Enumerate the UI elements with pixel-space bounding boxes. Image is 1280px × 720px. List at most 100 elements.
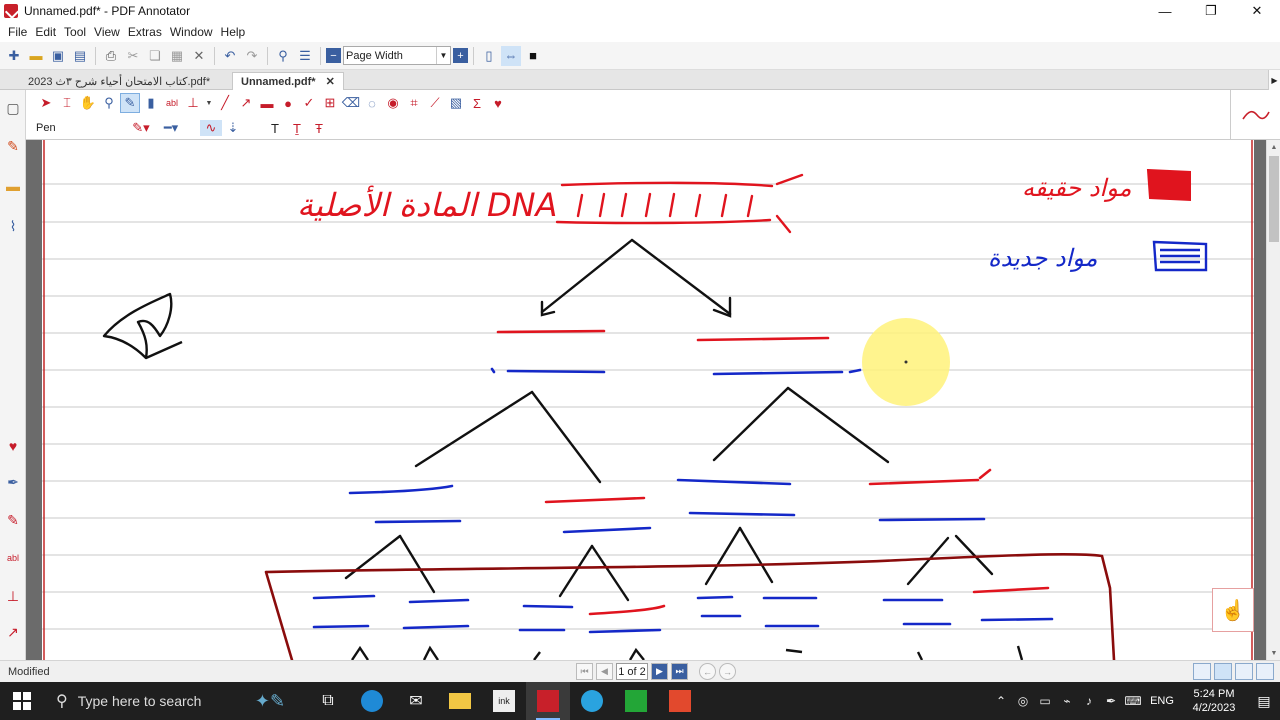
close-button[interactable]: ✕ [1234,0,1280,22]
smooth-line-icon[interactable]: ∿ [200,120,222,136]
task-view-icon[interactable]: ⧉ [306,682,350,720]
hand-icon[interactable]: ✋ [78,93,98,113]
highlighter-icon[interactable]: ▮ [141,93,161,113]
page-indicator[interactable]: 1 of 2 [616,663,648,680]
text-strike-icon[interactable]: Ṯ [286,121,308,136]
menu-edit[interactable]: Edit [31,25,60,39]
tabs-scroll-right-icon[interactable]: ▶ [1268,70,1280,90]
arrow-tool-icon[interactable]: ↗ [236,93,256,113]
start-button[interactable] [0,682,44,720]
zoom-out-icon[interactable]: − [326,48,341,63]
text-crossed-icon[interactable]: Ŧ [308,121,330,136]
ellipse-tool-icon[interactable]: ● [278,93,298,113]
tab-unnamed[interactable]: Unnamed.pdf* ✕ [232,72,344,90]
line-tool-icon[interactable]: ╱ [215,93,235,113]
favorite-heart-icon[interactable]: ♥ [488,93,508,113]
undo-icon[interactable]: ↶ [220,46,240,66]
paste-icon[interactable]: ▦ [167,46,187,66]
menu-view[interactable]: View [90,25,124,39]
lasso-icon[interactable]: ◌ [362,93,382,113]
menu-file[interactable]: File [4,25,31,39]
fit-width-icon[interactable]: ⇔ [501,45,521,66]
scroll-up-icon[interactable]: ▲ [1267,140,1280,154]
pen-tool-icon[interactable]: ✎ [120,93,140,113]
save-icon[interactable]: ▣ [48,46,68,66]
volume-icon[interactable]: ♪ [1078,694,1100,708]
magnifier-icon[interactable]: ⚲ [99,93,119,113]
first-page-icon[interactable]: ⏮ [576,663,593,680]
print-icon[interactable]: ⎙ [101,46,121,66]
telegram-icon[interactable] [570,682,614,720]
marker-icon[interactable]: ✎ [3,510,23,530]
pencil-icon[interactable]: ✎ [3,136,23,156]
cut-icon[interactable]: ✂ [123,46,143,66]
new-document-icon[interactable]: ✚ [4,46,24,66]
scrollbar-thumb[interactable] [1269,156,1279,242]
delete-icon[interactable]: ✕ [189,46,209,66]
restore-button[interactable]: ❐ [1188,0,1234,22]
select-text-icon[interactable]: ⌶ [57,93,77,113]
page-thumbnail-icon[interactable]: ▢ [3,98,23,118]
open-folder-icon[interactable]: ▬ [26,46,46,66]
tray-chevron-up-icon[interactable]: ⌃ [990,694,1012,708]
file-explorer-icon[interactable] [438,682,482,720]
menu-extras[interactable]: Extras [124,25,166,39]
document-viewport[interactable]: المادة الأصلية DNA مواد حقيقه مواد جديدة… [26,140,1266,660]
minimize-button[interactable]: — [1142,0,1188,22]
tray-app-icon[interactable]: ◎ [1012,694,1034,708]
pen-color-icon[interactable]: ✎▾ [126,120,156,136]
text-format-icon[interactable]: T [264,121,286,136]
menu-tool[interactable]: Tool [60,25,90,39]
stamp-tool-icon[interactable]: ⊥ [183,93,203,113]
previous-page-icon[interactable]: ◀ [596,663,613,680]
continuous-view-icon[interactable] [1214,663,1232,680]
menu-help[interactable]: Help [217,25,250,39]
arrow-icon[interactable]: ↗ [3,622,23,642]
single-page-view-icon[interactable] [1193,663,1211,680]
two-page-view-icon[interactable] [1235,663,1253,680]
copy-icon[interactable]: ❏ [145,46,165,66]
zoom-select[interactable]: Page Width ▼ [343,46,451,65]
clock[interactable]: 5:24 PM 4/2/2023 [1180,687,1248,715]
pressure-icon[interactable]: ⇣ [222,120,244,136]
find-binoculars-icon[interactable]: ⚲ [273,46,293,66]
fit-page-icon[interactable]: ▯ [479,46,499,66]
page-setup-icon[interactable]: ☰ [295,46,315,66]
back-icon[interactable]: ← [699,663,716,680]
pen-icon[interactable]: ✒ [3,472,23,492]
tab-exam-book[interactable]: كتاب الامتحان أحياء شرح ٣ث 2023.pdf* [20,72,232,90]
favorites-heart-icon[interactable]: ♥ [3,436,23,456]
forward-icon[interactable]: → [719,663,736,680]
last-page-icon[interactable]: ⏭ [671,663,688,680]
menu-window[interactable]: Window [166,25,217,39]
close-tab-icon[interactable]: ✕ [326,75,335,88]
crop-icon[interactable]: ⌗ [404,93,424,113]
notification-icon[interactable]: ▤ [1248,693,1280,710]
touch-mode-button[interactable]: ☝ [1212,588,1254,632]
taskbar-widget-icon[interactable]: ✦✎ [234,682,306,720]
tray-monitor-icon[interactable]: ▭ [1034,694,1056,708]
camera-icon[interactable]: ◉ [383,93,403,113]
pen-menu-icon[interactable]: ✒ [1100,694,1122,708]
edge-browser-icon[interactable] [350,682,394,720]
line-width-icon[interactable]: ━▾ [156,120,186,136]
select-arrow-icon[interactable]: ➤ [36,93,56,113]
camtasia-red-icon[interactable] [658,682,702,720]
redo-icon[interactable]: ↷ [242,46,262,66]
next-page-icon[interactable]: ▶ [651,663,668,680]
measure-icon[interactable]: ⟋ [425,93,445,113]
zoom-in-icon[interactable]: + [453,48,468,63]
textbox-tool-icon[interactable]: abl [162,93,182,113]
keyboard-icon[interactable]: ⌨ [1122,694,1144,708]
save-as-icon[interactable]: ▤ [70,46,90,66]
vertical-scrollbar[interactable]: ▲ ▼ [1266,140,1280,660]
paperclip-icon[interactable]: ⌇ [3,216,23,236]
checkmark-tool-icon[interactable]: ✓ [299,93,319,113]
image-insert-icon[interactable]: ▧ [446,93,466,113]
chevron-down-icon[interactable]: ▼ [204,93,214,113]
pdf-page[interactable]: المادة الأصلية DNA مواد حقيقه مواد جديدة [42,140,1254,660]
sigma-icon[interactable]: Σ [467,93,487,113]
camtasia-green-icon[interactable] [614,682,658,720]
language-indicator[interactable]: ENG [1144,695,1180,707]
pdf-annotator-taskbar-icon[interactable] [526,682,570,720]
